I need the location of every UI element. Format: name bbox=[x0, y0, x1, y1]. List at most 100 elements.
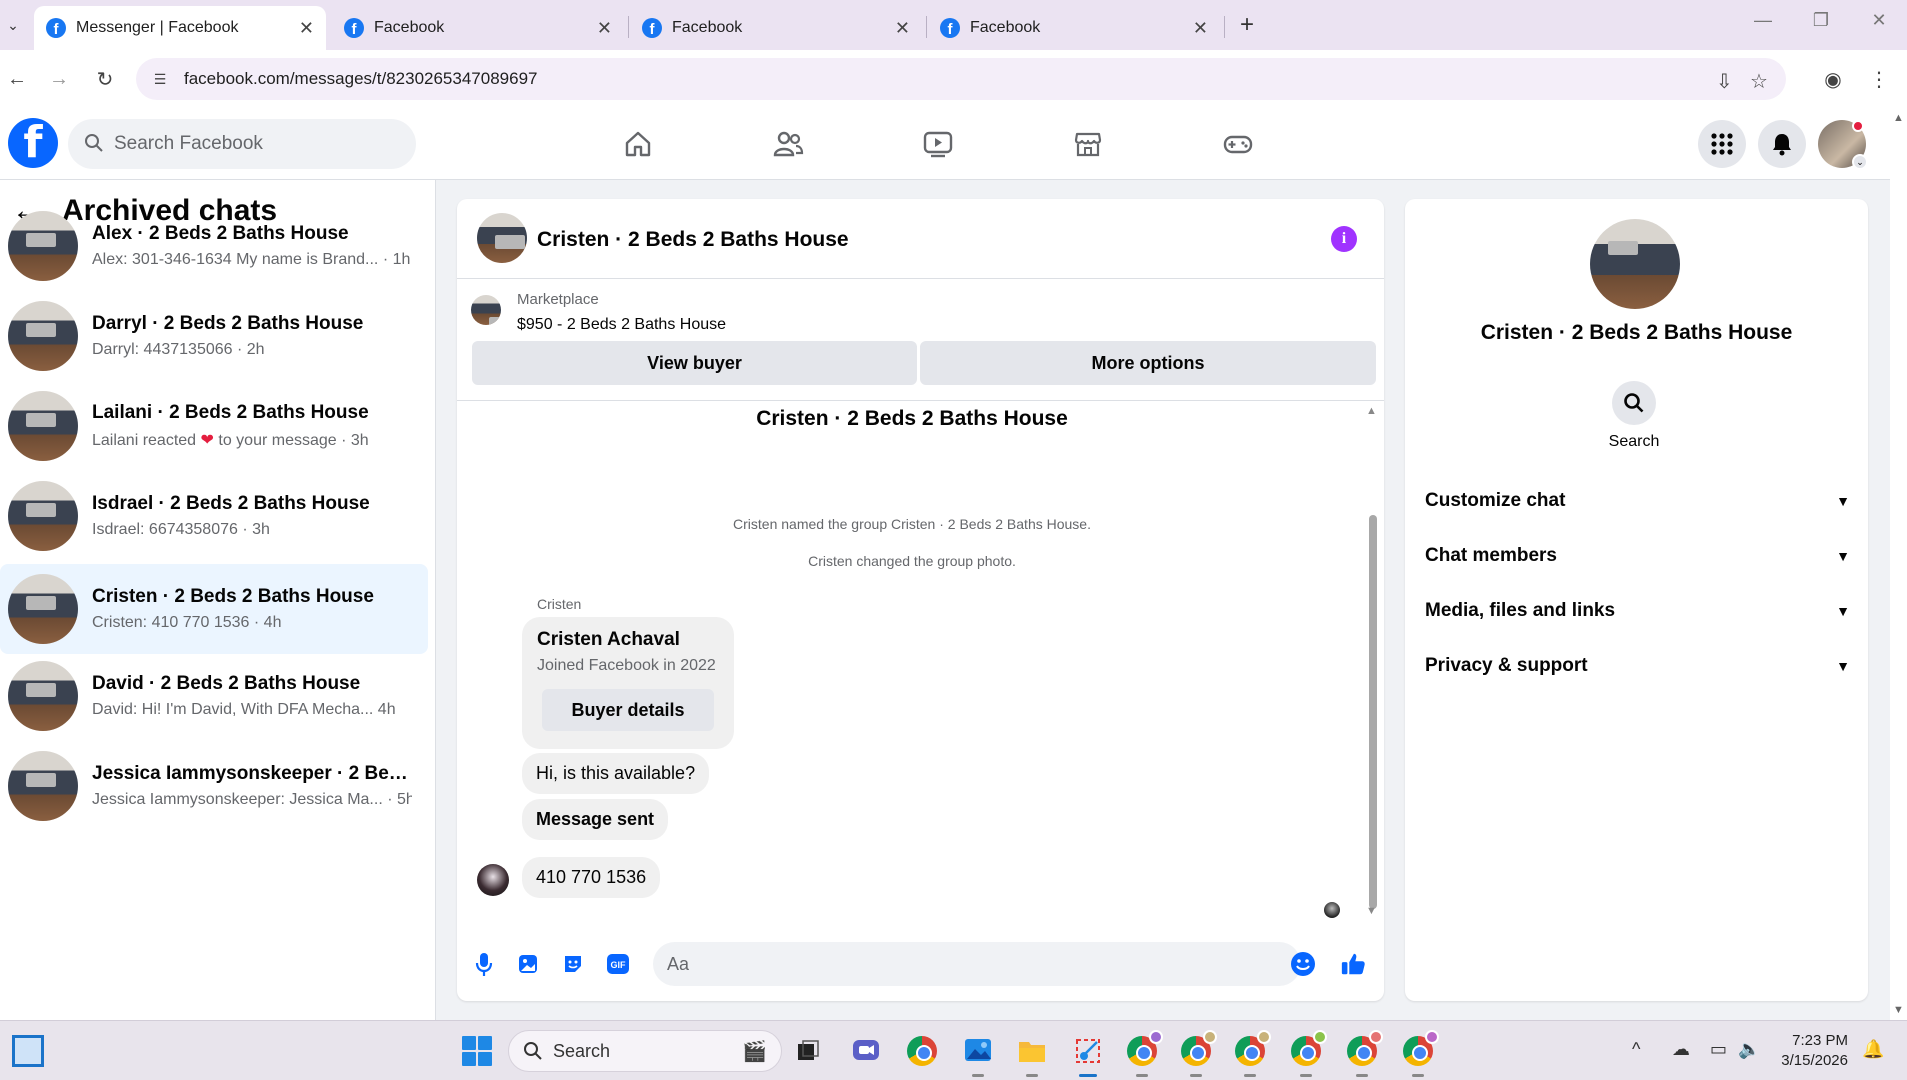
tab-search-chevron-icon[interactable]: ⌄ bbox=[0, 8, 26, 42]
address-bar[interactable]: ☰ facebook.com/messages/t/82302653470896… bbox=[136, 58, 1786, 100]
notification-bell-icon[interactable]: 🔔 bbox=[1862, 1039, 1884, 1060]
chat-item-isdrael[interactable]: Isdrael · 2 Beds 2 Baths House Isdrael: … bbox=[0, 474, 428, 558]
chevron-down-icon[interactable]: ⌄ bbox=[1852, 154, 1868, 170]
group-avatar[interactable] bbox=[1590, 219, 1680, 309]
widgets-icon[interactable] bbox=[12, 1035, 44, 1067]
info-icon[interactable]: i bbox=[1331, 226, 1357, 252]
chrome-profile-4-icon[interactable] bbox=[1288, 1030, 1327, 1077]
privacy-support-row[interactable]: Privacy & support ▼ bbox=[1425, 646, 1850, 686]
scroll-up-icon[interactable]: ▲ bbox=[1366, 405, 1377, 417]
search-in-conversation-button[interactable] bbox=[1612, 381, 1656, 425]
chat-avatar bbox=[8, 391, 78, 461]
chat-item-lailani[interactable]: Lailani · 2 Beds 2 Baths House Lailani r… bbox=[0, 384, 428, 468]
site-settings-icon[interactable]: ☰ bbox=[150, 69, 170, 89]
marketplace-icon[interactable] bbox=[1070, 126, 1106, 162]
taskbar-clock[interactable]: 7:23 PM 3/15/2026 bbox=[1768, 1031, 1848, 1071]
photos-icon[interactable] bbox=[960, 1033, 996, 1077]
facebook-logo[interactable]: f bbox=[8, 118, 58, 168]
like-thumbs-up-icon[interactable] bbox=[1340, 951, 1366, 977]
reload-icon[interactable]: ↻ bbox=[90, 64, 120, 94]
scroll-thumb[interactable] bbox=[1369, 515, 1377, 909]
chat-item-darryl[interactable]: Darryl · 2 Beds 2 Baths House Darryl: 44… bbox=[0, 294, 428, 378]
chat-item-david[interactable]: David · 2 Beds 2 Baths House David: Hi! … bbox=[0, 654, 428, 738]
home-icon[interactable] bbox=[620, 126, 656, 162]
snipping-tool-icon[interactable] bbox=[1070, 1033, 1106, 1077]
friends-icon[interactable] bbox=[770, 126, 806, 162]
windows-start-icon[interactable] bbox=[462, 1036, 492, 1066]
message-bubble[interactable]: Hi, is this available? bbox=[522, 753, 710, 794]
teams-meet-icon[interactable] bbox=[848, 1033, 884, 1069]
browser-toolbar: ← → ↻ ☰ facebook.com/messages/t/82302653… bbox=[0, 50, 1907, 108]
search-icon bbox=[85, 134, 103, 152]
video-icon[interactable] bbox=[920, 126, 956, 162]
tab-messenger[interactable]: f Messenger | Facebook ✕ bbox=[34, 6, 326, 50]
chat-item-cristen[interactable]: Cristen · 2 Beds 2 Baths House Cristen: … bbox=[0, 564, 428, 654]
install-app-icon[interactable]: ⇩ bbox=[1716, 69, 1733, 94]
scroll-down-icon[interactable]: ▼ bbox=[1893, 1004, 1904, 1016]
tab-facebook-1[interactable]: f Facebook ✕ bbox=[332, 6, 624, 50]
scroll-up-icon[interactable]: ▲ bbox=[1893, 112, 1904, 124]
search-icon bbox=[1624, 393, 1644, 413]
taskbar-search[interactable]: Search 🎬 bbox=[508, 1030, 782, 1072]
system-message: Cristen changed the group photo. bbox=[808, 553, 1016, 569]
chrome-profile-2-icon[interactable] bbox=[1178, 1030, 1217, 1077]
restore-icon[interactable]: ❐ bbox=[1806, 10, 1836, 31]
minimize-icon[interactable]: — bbox=[1748, 10, 1778, 31]
conversation-title[interactable]: Cristen · 2 Beds 2 Baths House bbox=[537, 228, 849, 252]
cloud-offline-icon[interactable]: ☁ bbox=[1672, 1039, 1690, 1060]
task-view-icon[interactable] bbox=[790, 1033, 826, 1069]
chrome-profile-3-icon[interactable] bbox=[1232, 1030, 1271, 1077]
facebook-search-input[interactable] bbox=[114, 133, 394, 155]
chrome-profile-1-icon[interactable] bbox=[1124, 1030, 1163, 1077]
forward-arrow-icon[interactable]: → bbox=[44, 64, 74, 94]
photo-icon[interactable] bbox=[515, 951, 541, 977]
conversation-scrollbar[interactable]: ▲ ▼ bbox=[1366, 405, 1377, 917]
page-scrollbar[interactable]: ▲ ▼ bbox=[1890, 108, 1907, 1020]
chrome-profile-5-icon[interactable] bbox=[1344, 1030, 1383, 1077]
close-window-icon[interactable]: ✕ bbox=[1864, 10, 1894, 31]
menu-grid-button[interactable] bbox=[1698, 120, 1746, 168]
microphone-icon[interactable] bbox=[471, 951, 497, 977]
chat-members-row[interactable]: Chat members ▼ bbox=[1425, 536, 1850, 576]
close-tab-icon[interactable]: ✕ bbox=[895, 18, 910, 39]
customize-chat-row[interactable]: Customize chat ▼ bbox=[1425, 481, 1850, 521]
seen-receipt-avatar bbox=[1324, 902, 1340, 918]
notifications-button[interactable] bbox=[1758, 120, 1806, 168]
gaming-icon[interactable] bbox=[1220, 126, 1256, 162]
new-tab-plus-icon[interactable]: + bbox=[1232, 10, 1262, 40]
profile-icon[interactable]: ◉ bbox=[1818, 64, 1848, 94]
emoji-icon[interactable] bbox=[1290, 951, 1316, 977]
sticker-icon[interactable] bbox=[560, 951, 586, 977]
file-explorer-icon[interactable] bbox=[1014, 1033, 1050, 1077]
buyer-details-button[interactable]: Buyer details bbox=[542, 689, 714, 731]
volume-icon[interactable]: 🔈 bbox=[1738, 1039, 1760, 1060]
sender-avatar[interactable] bbox=[477, 864, 509, 896]
message-bubble[interactable]: Message sent bbox=[522, 799, 669, 840]
gif-icon[interactable]: GIF bbox=[605, 951, 631, 977]
back-arrow-icon[interactable]: ← bbox=[2, 64, 32, 94]
search-highlight-icon: 🎬 bbox=[742, 1041, 767, 1063]
bookmark-star-icon[interactable]: ☆ bbox=[1750, 69, 1768, 94]
media-files-links-row[interactable]: Media, files and links ▼ bbox=[1425, 591, 1850, 631]
scroll-down-icon[interactable]: ▼ bbox=[1366, 905, 1377, 917]
chat-item-jessica[interactable]: Jessica Iammysonskeeper · 2 Beds ... Jes… bbox=[0, 744, 428, 828]
conversation-avatar[interactable] bbox=[477, 213, 527, 263]
message-input[interactable] bbox=[653, 942, 1301, 986]
close-tab-icon[interactable]: ✕ bbox=[597, 18, 612, 39]
facebook-search[interactable] bbox=[68, 119, 416, 169]
view-buyer-button[interactable]: View buyer bbox=[472, 341, 917, 385]
close-tab-icon[interactable]: ✕ bbox=[1193, 18, 1208, 39]
close-tab-icon[interactable]: ✕ bbox=[299, 18, 314, 39]
more-options-button[interactable]: More options bbox=[920, 341, 1376, 385]
chrome-profile-6-icon[interactable] bbox=[1400, 1030, 1439, 1077]
browser-menu-icon[interactable]: ⋮ bbox=[1864, 64, 1894, 94]
network-icon[interactable]: ▭ bbox=[1710, 1039, 1727, 1060]
facebook-favicon-icon: f bbox=[344, 18, 364, 38]
message-bubble[interactable]: 410 770 1536 bbox=[522, 857, 661, 898]
tab-facebook-2[interactable]: f Facebook ✕ bbox=[630, 6, 922, 50]
tab-facebook-3[interactable]: f Facebook ✕ bbox=[928, 6, 1220, 50]
chrome-icon[interactable] bbox=[904, 1033, 940, 1069]
chat-item-alex[interactable]: Alex · 2 Beds 2 Baths House Alex: 301-34… bbox=[0, 204, 428, 288]
listing-title[interactable]: $950 - 2 Beds 2 Baths House bbox=[517, 316, 726, 334]
show-hidden-icons-chevron-icon[interactable]: ^ bbox=[1632, 1039, 1640, 1060]
